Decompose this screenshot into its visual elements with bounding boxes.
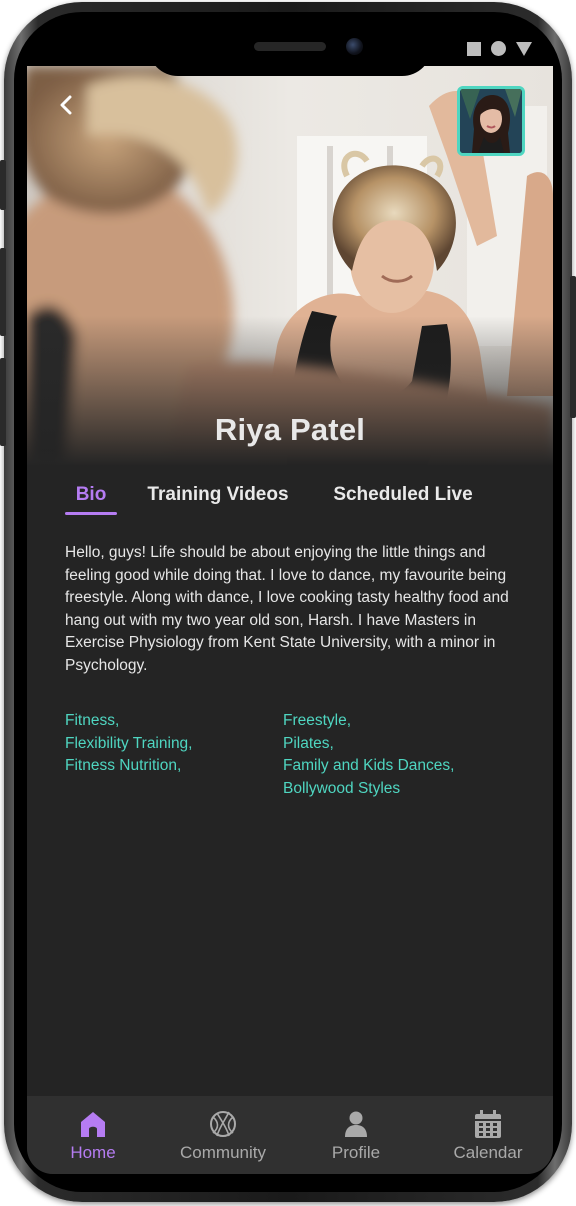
- bottom-navigation: Home Community Profile Calendar: [27, 1096, 553, 1174]
- nav-home[interactable]: Home: [38, 1096, 148, 1174]
- tab-scheduled-live[interactable]: Scheduled Live: [327, 482, 479, 506]
- phone-speaker: [254, 42, 326, 51]
- avatar-image: [460, 89, 522, 153]
- tag-item: Fitness,: [65, 712, 120, 729]
- tag-item: Fitness Nutrition,: [65, 757, 182, 775]
- tab-bio-label: Bio: [75, 484, 107, 505]
- bio-text: Hello, guys! Life should be about enjoyi…: [65, 544, 509, 674]
- home-circle-icon: [491, 41, 506, 56]
- side-button-right: [570, 276, 576, 418]
- active-tab-indicator: [65, 512, 117, 515]
- tag-item: Pilates,: [283, 734, 334, 752]
- person-icon: [345, 1111, 367, 1137]
- tag-item: Flexibility Training,: [65, 734, 193, 752]
- nav-calendar[interactable]: Calendar: [433, 1096, 543, 1174]
- tag-item: Freestyle,: [283, 712, 352, 729]
- nav-community-label: Community: [180, 1143, 266, 1162]
- side-button-left-1: [0, 160, 6, 210]
- trainer-name: Riya Patel: [214, 412, 366, 447]
- tab-bio[interactable]: Bio: [65, 482, 117, 506]
- back-button[interactable]: [55, 92, 77, 118]
- nav-community[interactable]: Community: [168, 1096, 278, 1174]
- status-bar-icons: [467, 41, 532, 56]
- tag-item: Bollywood Styles: [283, 779, 401, 797]
- recents-square-icon: [467, 41, 481, 56]
- side-button-left-3: [0, 358, 6, 446]
- nav-profile-label: Profile: [331, 1143, 381, 1162]
- profile-tabs: Bio Training Videos Scheduled Live: [27, 482, 553, 522]
- front-camera: [346, 38, 363, 55]
- home-icon: [81, 1112, 105, 1137]
- trainer-avatar[interactable]: [457, 86, 525, 156]
- tab-training-videos-label: Training Videos: [147, 484, 289, 505]
- globe-icon: [210, 1111, 236, 1137]
- tab-scheduled-live-label: Scheduled Live: [333, 484, 473, 505]
- calendar-icon: [475, 1110, 501, 1138]
- app-screen: Riya Patel Bio Training Videos Scheduled…: [27, 66, 553, 1174]
- nav-home-label: Home: [70, 1143, 116, 1162]
- side-button-left-2: [0, 248, 6, 336]
- nav-calendar-label: Calendar: [453, 1143, 523, 1162]
- back-triangle-icon: [516, 41, 532, 56]
- nav-profile[interactable]: Profile: [301, 1096, 411, 1174]
- tag-item: Family and Kids Dances,: [283, 757, 455, 775]
- tag-list-left: Fitness, Flexibility Training, Fitness N…: [65, 710, 193, 778]
- tag-list-right: Freestyle, Pilates, Family and Kids Danc…: [283, 710, 454, 800]
- tab-training-videos[interactable]: Training Videos: [143, 482, 293, 506]
- chevron-left-icon: [60, 95, 72, 115]
